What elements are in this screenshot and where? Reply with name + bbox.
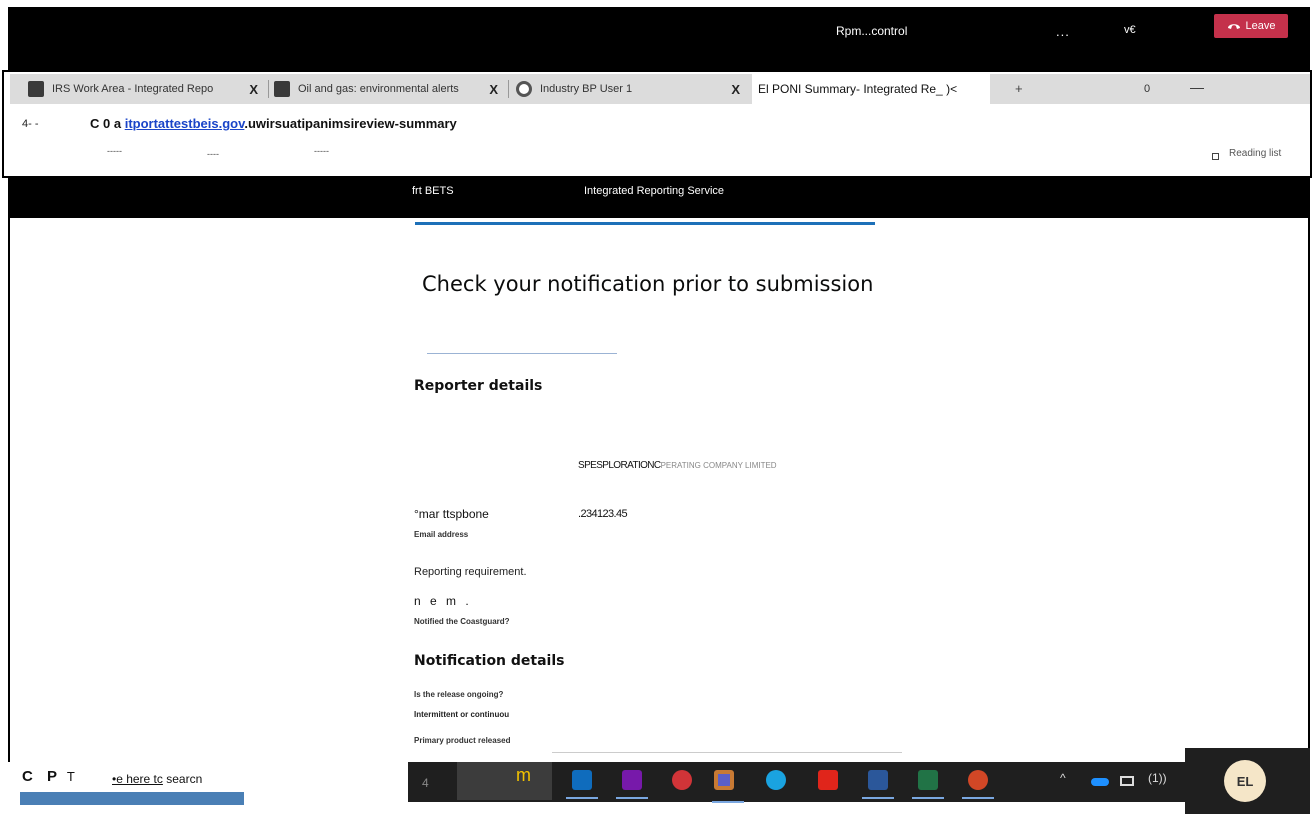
bookmark-item[interactable]: -----: [314, 146, 329, 156]
tab-label: Industry BP User 1: [540, 83, 633, 95]
taskbar-search-input[interactable]: •e here tc searcn: [112, 772, 202, 786]
taskbar: 4 m ^ (1)): [408, 762, 1310, 803]
browser-chrome: IRS Work Area - Integrated Repo X Oil an…: [2, 70, 1312, 178]
email-label: Email address: [414, 530, 469, 539]
reporter-details-heading: Reporter details: [414, 378, 543, 394]
active-window-glyph: m: [516, 765, 531, 785]
onenote-icon[interactable]: [616, 770, 648, 799]
search-text: •e here tc: [112, 772, 163, 786]
address-bar[interactable]: C 0 a itportattestbeis.gov.uwirsuatipani…: [90, 116, 457, 131]
minimize-button[interactable]: —: [1190, 79, 1204, 95]
excel-icon[interactable]: [912, 770, 944, 799]
restore-count: 0: [1144, 83, 1151, 95]
word-icon[interactable]: [862, 770, 894, 799]
header-accent-rule: [415, 222, 875, 225]
powerpoint-icon[interactable]: [962, 770, 994, 799]
site-logo[interactable]: frt BETS: [412, 185, 454, 197]
teams-icon[interactable]: [712, 770, 744, 803]
intermittent-label: Intermittent or continuou: [414, 710, 510, 719]
edge-icon[interactable]: [766, 770, 786, 790]
coastguard-label: Notified the Coastguard?: [414, 617, 510, 626]
tray-chevron-icon[interactable]: ^: [1060, 771, 1066, 785]
leave-button[interactable]: Leave: [1214, 14, 1288, 38]
outlook-icon[interactable]: [566, 770, 598, 799]
tab-close-icon[interactable]: X: [243, 82, 264, 97]
avatar[interactable]: EL: [1224, 760, 1266, 802]
tab-poni-summary[interactable]: El PONI Summary- Integrated Re_ )<: [752, 74, 990, 104]
search-text-tail: searcn: [166, 772, 203, 786]
more-options-button[interactable]: ...: [1056, 24, 1070, 39]
leave-label: Leave: [1245, 20, 1276, 32]
start-area[interactable]: C P T: [22, 768, 75, 785]
start-glyph-p: P: [47, 768, 57, 785]
tab-separator: [268, 80, 269, 98]
meeting-title: Rpm...control: [836, 24, 908, 38]
site-favicon-icon: [274, 81, 290, 97]
operator-name-text: SPESPLORATIONC: [578, 460, 661, 471]
taskbar-search-area: C P T •e here tc searcn: [8, 762, 408, 814]
paint-icon[interactable]: [672, 770, 692, 790]
avatar-panel: EL: [1185, 748, 1310, 814]
volume-icon[interactable]: (1)): [1148, 771, 1167, 785]
start-glyph-t: T: [66, 769, 75, 784]
address-prefix: C 0 a: [90, 116, 122, 131]
reading-list-button[interactable]: Reading list: [1212, 148, 1281, 160]
phone-value: .234123.45: [578, 508, 628, 520]
hang-up-icon: [1227, 24, 1240, 29]
reporting-requirement-label: Reporting requirement.: [414, 566, 527, 578]
meeting-bar: Rpm...control ... v€ Leave: [8, 7, 1310, 70]
meeting-control-button[interactable]: v€: [1124, 24, 1136, 36]
service-name[interactable]: Integrated Reporting Service: [584, 185, 724, 197]
onedrive-icon[interactable]: [1091, 778, 1109, 786]
notification-details-heading: Notification details: [414, 653, 565, 669]
release-ongoing-label: Is the release ongoing?: [414, 690, 504, 699]
address-path: .uwirsuatipanimsireview-summary: [244, 116, 457, 131]
tab-separator: [508, 80, 509, 98]
site-favicon-icon: [28, 81, 44, 97]
tab-label: El PONI Summary- Integrated Re_ )<: [758, 82, 958, 96]
tab-oil-and-gas[interactable]: Oil and gas: environmental alerts X: [274, 74, 504, 104]
search-highlight-bar: [20, 792, 244, 805]
globe-icon: [516, 81, 532, 97]
acrobat-icon[interactable]: [818, 770, 838, 790]
battery-icon[interactable]: [1120, 776, 1134, 786]
new-tab-button[interactable]: +: [1015, 81, 1023, 96]
address-domain: itportattestbeis.gov: [124, 116, 245, 131]
tab-irs-work-area[interactable]: IRS Work Area - Integrated Repo X: [28, 74, 264, 104]
tab-industry-bp-user[interactable]: Industry BP User 1 X: [516, 74, 746, 104]
task-view-button[interactable]: 4: [422, 776, 429, 790]
primary-product-label: Primary product released: [414, 736, 511, 745]
phone-label: °mar ttspbone: [414, 507, 489, 521]
active-window-tile[interactable]: [457, 762, 552, 800]
tab-strip: IRS Work Area - Integrated Repo X Oil an…: [10, 74, 1310, 104]
site-header: frt BETS Integrated Reporting Service: [8, 178, 1310, 218]
content-divider: [552, 752, 902, 753]
tab-label: IRS Work Area - Integrated Repo: [52, 83, 214, 95]
reporting-requirement-value: n e m .: [414, 594, 472, 608]
bookmark-item[interactable]: -----: [107, 146, 122, 156]
operator-name-value: SPESPLORATIONCPERATING COMPANY LIMITED: [578, 460, 777, 471]
tab-label: Oil and gas: environmental alerts: [298, 83, 459, 95]
content-frame: [8, 218, 1310, 762]
section-divider: [427, 353, 617, 354]
start-glyph-c: C: [22, 768, 33, 785]
reading-list-label: Reading list: [1229, 148, 1282, 159]
back-button[interactable]: 4- -: [22, 118, 39, 130]
tab-close-icon[interactable]: X: [725, 82, 746, 97]
reading-list-icon: [1212, 153, 1219, 160]
bookmark-item[interactable]: ----: [207, 149, 219, 159]
tab-close-icon[interactable]: X: [483, 82, 504, 97]
operator-name-faint: PERATING COMPANY LIMITED: [660, 461, 777, 470]
page-title: Check your notification prior to submiss…: [422, 272, 874, 296]
